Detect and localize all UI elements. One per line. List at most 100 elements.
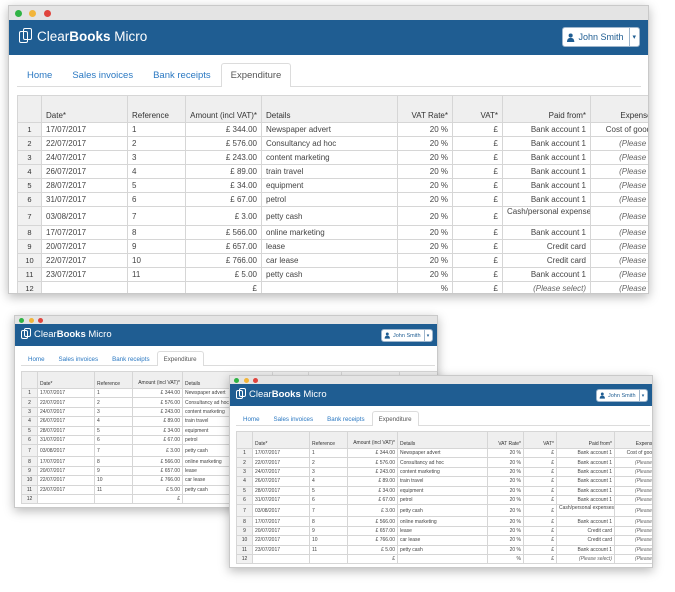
cell-reference[interactable]: 3 xyxy=(127,150,186,165)
cell-reference[interactable]: 9 xyxy=(94,465,133,477)
cell-paid-from[interactable]: Bank account 1 xyxy=(556,544,615,555)
column-header-vat[interactable]: VAT* xyxy=(452,95,503,123)
column-header-reference[interactable]: Reference xyxy=(127,95,186,123)
cell-paid-from[interactable]: Cash/personal expenses xyxy=(556,504,615,518)
column-header-amount[interactable]: Amount (incl VAT)* xyxy=(185,95,262,123)
tab-sales-invoices[interactable]: Sales invoices xyxy=(52,351,106,366)
cell-date[interactable] xyxy=(252,553,310,565)
cell-date[interactable] xyxy=(37,493,95,505)
cell-expense-type[interactable]: (Please select) xyxy=(614,457,652,468)
cell-expense-type[interactable]: (Please select) xyxy=(614,553,652,565)
cell-amount[interactable]: £ 657.00 xyxy=(185,239,262,254)
cell-reference[interactable]: 5 xyxy=(94,425,133,436)
cell-reference[interactable]: 6 xyxy=(94,434,133,446)
cell-vat[interactable]: £ xyxy=(523,504,557,518)
cell-date[interactable]: 17/07/2017 xyxy=(252,447,310,459)
cell-date[interactable]: 28/07/2017 xyxy=(252,485,310,496)
cell-vat-rate[interactable]: 20 % xyxy=(397,225,453,240)
cell-paid-from[interactable]: Credit card xyxy=(556,525,615,537)
cell-paid-from[interactable]: Credit card xyxy=(502,253,591,268)
cell-amount[interactable]: £ xyxy=(132,493,183,505)
cell-date[interactable] xyxy=(41,281,128,293)
column-header-vat-rate[interactable]: VAT Rate* xyxy=(397,95,453,123)
cell-date[interactable]: 26/07/2017 xyxy=(252,476,310,487)
column-header-paid-from[interactable]: Paid from* xyxy=(556,431,615,449)
cell-reference[interactable]: 11 xyxy=(94,484,133,495)
cell-expense-type[interactable]: (Please select) xyxy=(614,476,652,487)
cell-reference[interactable] xyxy=(309,553,348,565)
cell-vat-rate[interactable]: 20 % xyxy=(487,485,524,496)
cell-amount[interactable]: £ 243.00 xyxy=(347,466,398,478)
column-header-date[interactable]: Date* xyxy=(37,371,95,389)
cell-expense-type[interactable]: (Please select) xyxy=(590,267,648,282)
cell-details[interactable]: Newspaper advert xyxy=(261,122,398,137)
cell-reference[interactable]: 10 xyxy=(309,535,348,546)
cell-paid-from[interactable]: Bank account 1 xyxy=(502,150,591,165)
cell-amount[interactable]: £ 657.00 xyxy=(132,465,183,477)
cell-date[interactable]: 22/07/2017 xyxy=(252,535,310,546)
cell-expense-type[interactable]: (Please select) xyxy=(590,225,648,240)
cell-date[interactable]: 23/07/2017 xyxy=(252,544,310,555)
clearbooks-logo[interactable]: ClearBooks Micro xyxy=(21,328,112,340)
cell-date[interactable]: 23/07/2017 xyxy=(37,484,95,495)
cell-paid-from[interactable]: Credit card xyxy=(556,535,615,546)
cell-expense-type[interactable]: (Please select) xyxy=(590,192,648,207)
cell-reference[interactable]: 6 xyxy=(127,192,186,207)
cell-vat-rate[interactable]: 20 % xyxy=(487,544,524,555)
cell-amount[interactable]: £ xyxy=(185,281,262,293)
cell-vat[interactable]: £ xyxy=(523,476,557,487)
cell-paid-from[interactable]: Bank account 1 xyxy=(502,136,591,151)
cell-details[interactable]: content marketing xyxy=(397,466,488,478)
tab-sales-invoices[interactable]: Sales invoices xyxy=(267,411,321,426)
cell-vat-rate[interactable]: 20 % xyxy=(397,253,453,268)
cell-amount[interactable]: £ 243.00 xyxy=(185,150,262,165)
tab-expenditure[interactable]: Expenditure xyxy=(371,411,419,426)
cell-expense-type[interactable]: (Please select) xyxy=(614,516,652,527)
cell-expense-type[interactable]: (Please select) xyxy=(590,239,648,254)
window-close-icon[interactable] xyxy=(19,318,25,323)
tab-home[interactable]: Home xyxy=(21,351,52,366)
cell-paid-from[interactable]: Bank account 1 xyxy=(502,122,591,137)
cell-vat-rate[interactable]: 20 % xyxy=(487,466,524,478)
cell-amount[interactable]: £ 5.00 xyxy=(347,544,398,555)
cell-amount[interactable]: £ 89.00 xyxy=(185,164,262,179)
cell-expense-type[interactable]: Cost of goods sold xyxy=(590,122,648,137)
tab-expenditure[interactable]: Expenditure xyxy=(156,351,204,366)
cell-amount[interactable]: £ 657.00 xyxy=(347,525,398,537)
cell-reference[interactable]: 7 xyxy=(127,206,186,226)
cell-date[interactable]: 22/07/2017 xyxy=(37,475,95,486)
cell-date[interactable]: 31/07/2017 xyxy=(41,192,128,207)
cell-details[interactable]: online marketing xyxy=(397,516,488,527)
cell-vat-rate[interactable]: 20 % xyxy=(397,178,453,193)
cell-vat[interactable]: £ xyxy=(523,516,557,527)
column-header-paid-from[interactable]: Paid from* xyxy=(502,95,591,123)
chevron-down-icon[interactable]: ▾ xyxy=(423,330,432,341)
tab-sales-invoices[interactable]: Sales invoices xyxy=(62,63,143,87)
column-header-expense-type[interactable]: Expense type* xyxy=(614,431,652,449)
cell-amount[interactable]: £ 67.00 xyxy=(347,494,398,506)
tab-bank-receipts[interactable]: Bank receipts xyxy=(105,351,157,366)
cell-details[interactable]: petty cash xyxy=(397,504,488,518)
cell-details[interactable]: content marketing xyxy=(261,150,398,165)
cell-details[interactable]: petty cash xyxy=(397,544,488,555)
cell-vat-rate[interactable]: 20 % xyxy=(397,192,453,207)
cell-amount[interactable]: £ 344.00 xyxy=(185,122,262,137)
cell-vat[interactable]: £ xyxy=(452,239,503,254)
cell-details[interactable]: Newspaper advert xyxy=(397,447,488,459)
cell-paid-from[interactable]: (Please select) xyxy=(556,553,615,565)
cell-reference[interactable] xyxy=(94,493,133,505)
cell-amount[interactable]: £ 89.00 xyxy=(347,476,398,487)
cell-vat[interactable]: £ xyxy=(452,178,503,193)
cell-reference[interactable]: 8 xyxy=(127,225,186,240)
cell-expense-type[interactable]: (Please select) xyxy=(590,281,648,293)
column-header-vat-rate[interactable]: VAT Rate* xyxy=(487,431,524,449)
column-header-details[interactable]: Details xyxy=(261,95,398,123)
cell-amount[interactable]: £ 566.00 xyxy=(132,456,183,467)
user-menu-button[interactable]: John Smith ▾ xyxy=(562,27,640,47)
cell-reference[interactable]: 10 xyxy=(94,475,133,486)
cell-details[interactable]: Consultancy ad hoc xyxy=(261,136,398,151)
cell-paid-from[interactable]: Bank account 1 xyxy=(502,225,591,240)
cell-amount[interactable]: £ 34.00 xyxy=(347,485,398,496)
cell-date[interactable]: 22/07/2017 xyxy=(37,397,95,408)
window-minimize-icon[interactable] xyxy=(29,10,37,17)
